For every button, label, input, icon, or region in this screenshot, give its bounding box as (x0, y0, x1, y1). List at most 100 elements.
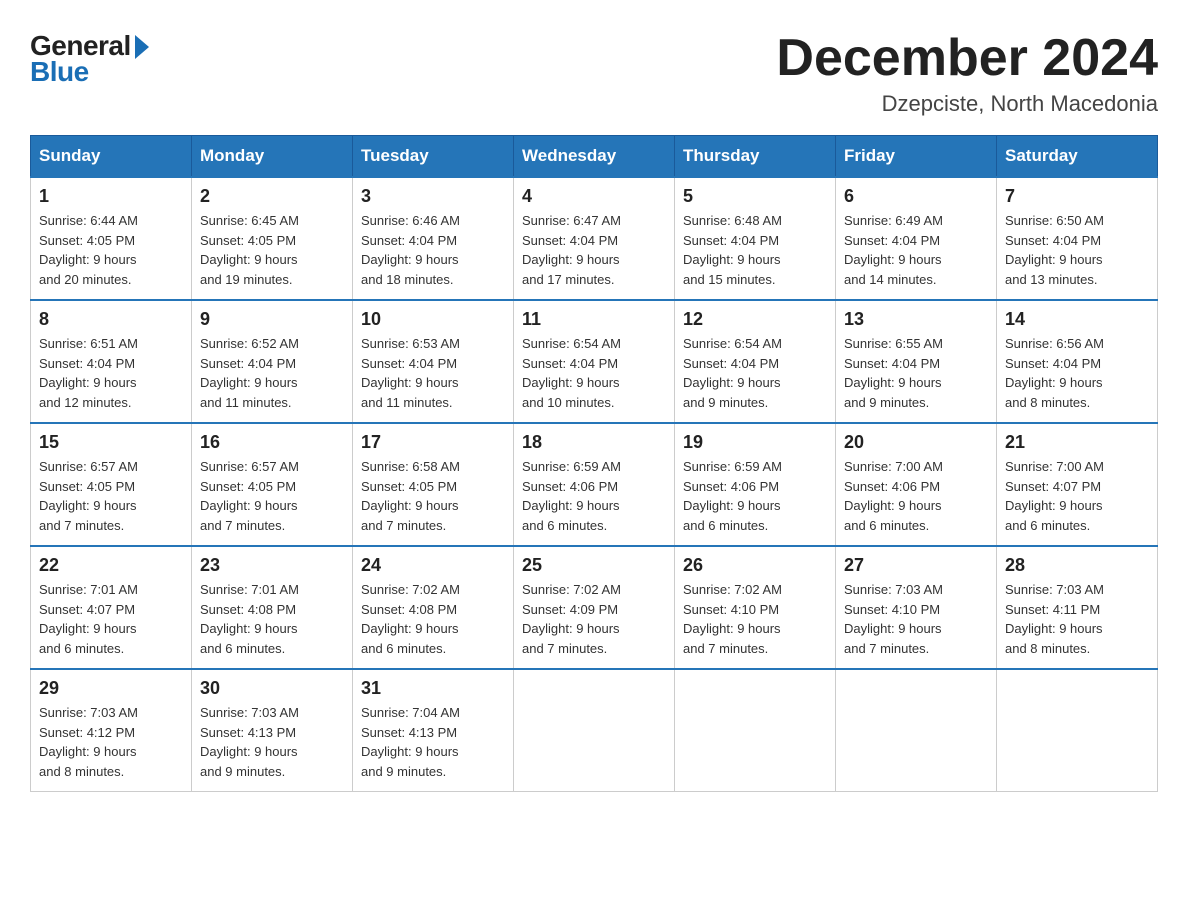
day-info: Sunrise: 6:44 AMSunset: 4:05 PMDaylight:… (39, 211, 183, 289)
day-number: 8 (39, 309, 183, 330)
calendar-cell: 2 Sunrise: 6:45 AMSunset: 4:05 PMDaylight… (192, 177, 353, 300)
calendar-cell: 26Sunrise: 7:02 AMSunset: 4:10 PMDayligh… (675, 546, 836, 669)
calendar-cell: 18 Sunrise: 6:59 AMSunset: 4:06 PMDayligh… (514, 423, 675, 546)
day-info: Sunrise: 6:51 AMSunset: 4:04 PMDaylight:… (39, 334, 183, 412)
calendar-cell: 30Sunrise: 7:03 AMSunset: 4:13 PMDayligh… (192, 669, 353, 792)
day-info: Sunrise: 6:54 AMSunset: 4:04 PMDaylight:… (522, 334, 666, 412)
calendar-cell: 31 Sunrise: 7:04 AMSunset: 4:13 PMDayligh… (353, 669, 514, 792)
day-info: Sunrise: 6:58 AMSunset: 4:05 PMDaylight:… (361, 457, 505, 535)
day-number: 20 (844, 432, 988, 453)
day-info: Sunrise: 7:02 AMSunset: 4:10 PMDaylight:… (683, 580, 827, 658)
month-title: December 2024 (776, 30, 1158, 87)
header: General Blue December 2024 Dzepciste, No… (30, 30, 1158, 117)
calendar-cell: 27 Sunrise: 7:03 AMSunset: 4:10 PMDayligh… (836, 546, 997, 669)
day-number: 7 (1005, 186, 1149, 207)
day-info: Sunrise: 7:04 AMSunset: 4:13 PMDaylight:… (361, 703, 505, 781)
day-number: 21 (1005, 432, 1149, 453)
calendar-cell: 16Sunrise: 6:57 AMSunset: 4:05 PMDayligh… (192, 423, 353, 546)
day-info: Sunrise: 7:03 AMSunset: 4:10 PMDaylight:… (844, 580, 988, 658)
day-number: 14 (1005, 309, 1149, 330)
day-info: Sunrise: 7:03 AMSunset: 4:12 PMDaylight:… (39, 703, 183, 781)
day-info: Sunrise: 6:50 AMSunset: 4:04 PMDaylight:… (1005, 211, 1149, 289)
calendar-header-monday: Monday (192, 136, 353, 178)
calendar-cell: 17 Sunrise: 6:58 AMSunset: 4:05 PMDayligh… (353, 423, 514, 546)
day-number: 23 (200, 555, 344, 576)
day-info: Sunrise: 6:49 AMSunset: 4:04 PMDaylight:… (844, 211, 988, 289)
calendar-header-saturday: Saturday (997, 136, 1158, 178)
day-number: 18 (522, 432, 666, 453)
location-title: Dzepciste, North Macedonia (776, 91, 1158, 117)
calendar: SundayMondayTuesdayWednesdayThursdayFrid… (30, 135, 1158, 792)
calendar-cell: 15Sunrise: 6:57 AMSunset: 4:05 PMDayligh… (31, 423, 192, 546)
calendar-week-row: 1 Sunrise: 6:44 AMSunset: 4:05 PMDaylight… (31, 177, 1158, 300)
calendar-header-sunday: Sunday (31, 136, 192, 178)
day-info: Sunrise: 6:56 AMSunset: 4:04 PMDaylight:… (1005, 334, 1149, 412)
day-number: 12 (683, 309, 827, 330)
title-area: December 2024 Dzepciste, North Macedonia (776, 30, 1158, 117)
calendar-header-row: SundayMondayTuesdayWednesdayThursdayFrid… (31, 136, 1158, 178)
calendar-cell: 28 Sunrise: 7:03 AMSunset: 4:11 PMDayligh… (997, 546, 1158, 669)
day-info: Sunrise: 6:46 AMSunset: 4:04 PMDaylight:… (361, 211, 505, 289)
calendar-cell: 19 Sunrise: 6:59 AMSunset: 4:06 PMDayligh… (675, 423, 836, 546)
day-number: 17 (361, 432, 505, 453)
calendar-cell: 3 Sunrise: 6:46 AMSunset: 4:04 PMDaylight… (353, 177, 514, 300)
calendar-cell: 12Sunrise: 6:54 AMSunset: 4:04 PMDayligh… (675, 300, 836, 423)
day-info: Sunrise: 6:59 AMSunset: 4:06 PMDaylight:… (522, 457, 666, 535)
day-number: 11 (522, 309, 666, 330)
calendar-cell: 24 Sunrise: 7:02 AMSunset: 4:08 PMDayligh… (353, 546, 514, 669)
calendar-header-friday: Friday (836, 136, 997, 178)
day-number: 13 (844, 309, 988, 330)
day-number: 24 (361, 555, 505, 576)
day-number: 25 (522, 555, 666, 576)
day-number: 2 (200, 186, 344, 207)
day-number: 29 (39, 678, 183, 699)
day-number: 31 (361, 678, 505, 699)
calendar-cell: 8 Sunrise: 6:51 AMSunset: 4:04 PMDaylight… (31, 300, 192, 423)
day-info: Sunrise: 6:59 AMSunset: 4:06 PMDaylight:… (683, 457, 827, 535)
day-info: Sunrise: 7:03 AMSunset: 4:13 PMDaylight:… (200, 703, 344, 781)
calendar-cell (675, 669, 836, 792)
day-number: 1 (39, 186, 183, 207)
logo-blue-text: Blue (30, 56, 89, 88)
day-info: Sunrise: 7:02 AMSunset: 4:09 PMDaylight:… (522, 580, 666, 658)
day-info: Sunrise: 7:00 AMSunset: 4:07 PMDaylight:… (1005, 457, 1149, 535)
calendar-cell: 7 Sunrise: 6:50 AMSunset: 4:04 PMDaylight… (997, 177, 1158, 300)
calendar-week-row: 22Sunrise: 7:01 AMSunset: 4:07 PMDayligh… (31, 546, 1158, 669)
calendar-cell: 1 Sunrise: 6:44 AMSunset: 4:05 PMDaylight… (31, 177, 192, 300)
day-info: Sunrise: 6:53 AMSunset: 4:04 PMDaylight:… (361, 334, 505, 412)
calendar-cell: 14 Sunrise: 6:56 AMSunset: 4:04 PMDayligh… (997, 300, 1158, 423)
calendar-cell: 4Sunrise: 6:47 AMSunset: 4:04 PMDaylight… (514, 177, 675, 300)
day-info: Sunrise: 6:57 AMSunset: 4:05 PMDaylight:… (200, 457, 344, 535)
day-info: Sunrise: 7:01 AMSunset: 4:08 PMDaylight:… (200, 580, 344, 658)
calendar-cell: 9 Sunrise: 6:52 AMSunset: 4:04 PMDaylight… (192, 300, 353, 423)
day-info: Sunrise: 7:02 AMSunset: 4:08 PMDaylight:… (361, 580, 505, 658)
calendar-cell: 23 Sunrise: 7:01 AMSunset: 4:08 PMDayligh… (192, 546, 353, 669)
calendar-cell: 5Sunrise: 6:48 AMSunset: 4:04 PMDaylight… (675, 177, 836, 300)
calendar-week-row: 29 Sunrise: 7:03 AMSunset: 4:12 PMDayligh… (31, 669, 1158, 792)
day-number: 10 (361, 309, 505, 330)
day-info: Sunrise: 6:55 AMSunset: 4:04 PMDaylight:… (844, 334, 988, 412)
calendar-cell: 20 Sunrise: 7:00 AMSunset: 4:06 PMDayligh… (836, 423, 997, 546)
day-number: 3 (361, 186, 505, 207)
day-info: Sunrise: 6:45 AMSunset: 4:05 PMDaylight:… (200, 211, 344, 289)
day-info: Sunrise: 7:03 AMSunset: 4:11 PMDaylight:… (1005, 580, 1149, 658)
calendar-week-row: 15Sunrise: 6:57 AMSunset: 4:05 PMDayligh… (31, 423, 1158, 546)
day-info: Sunrise: 7:00 AMSunset: 4:06 PMDaylight:… (844, 457, 988, 535)
calendar-header-thursday: Thursday (675, 136, 836, 178)
day-number: 28 (1005, 555, 1149, 576)
day-info: Sunrise: 6:52 AMSunset: 4:04 PMDaylight:… (200, 334, 344, 412)
day-number: 19 (683, 432, 827, 453)
page: General Blue December 2024 Dzepciste, No… (0, 0, 1188, 822)
calendar-cell: 6 Sunrise: 6:49 AMSunset: 4:04 PMDaylight… (836, 177, 997, 300)
day-number: 6 (844, 186, 988, 207)
calendar-cell: 25 Sunrise: 7:02 AMSunset: 4:09 PMDayligh… (514, 546, 675, 669)
calendar-header-wednesday: Wednesday (514, 136, 675, 178)
day-number: 4 (522, 186, 666, 207)
day-number: 22 (39, 555, 183, 576)
day-number: 9 (200, 309, 344, 330)
day-number: 27 (844, 555, 988, 576)
day-info: Sunrise: 6:48 AMSunset: 4:04 PMDaylight:… (683, 211, 827, 289)
day-info: Sunrise: 6:57 AMSunset: 4:05 PMDaylight:… (39, 457, 183, 535)
calendar-cell (836, 669, 997, 792)
calendar-cell: 13 Sunrise: 6:55 AMSunset: 4:04 PMDayligh… (836, 300, 997, 423)
